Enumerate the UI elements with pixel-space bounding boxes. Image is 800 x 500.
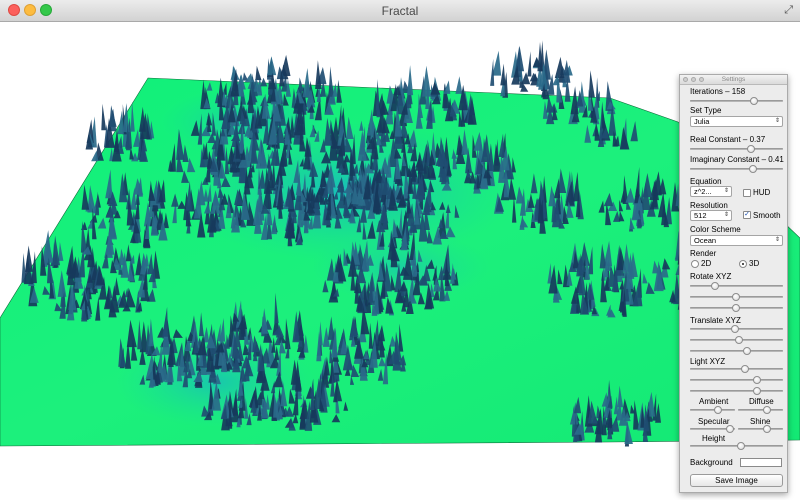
chevron-updown-icon: ⇕	[723, 188, 729, 194]
color-scheme-popup[interactable]: Ocean ⇕	[690, 235, 783, 246]
color-scheme-value: Ocean	[694, 236, 717, 245]
equation-value: z^2...	[694, 187, 712, 196]
background-color-well[interactable]	[740, 458, 782, 467]
chevron-updown-icon: ⇕	[774, 237, 780, 243]
real-constant-label: Real Constant – 0.37	[690, 135, 766, 144]
fractal-spike	[109, 105, 117, 127]
chevron-updown-icon: ⇕	[774, 118, 780, 124]
settings-title: Settings	[721, 76, 746, 83]
slider-thumb[interactable]	[752, 387, 761, 395]
color-scheme-label: Color Scheme	[690, 225, 741, 234]
diffuse-slider[interactable]	[738, 406, 783, 414]
render-label: Render	[690, 249, 717, 258]
slider-thumb[interactable]	[742, 347, 751, 355]
light-y-slider[interactable]	[690, 376, 783, 384]
slider-thumb[interactable]	[747, 145, 756, 153]
imaginary-constant-label: Imaginary Constant – 0.41	[690, 155, 784, 164]
specular-slider[interactable]	[690, 425, 735, 433]
window-titlebar: Fractal ⤢	[0, 0, 800, 22]
ambient-label: Ambient	[699, 397, 729, 406]
slider-thumb[interactable]	[749, 165, 758, 173]
translate-xyz-label: Translate XYZ	[690, 316, 741, 325]
fractal-spike	[455, 76, 463, 94]
background-label: Background	[690, 458, 733, 467]
slider-thumb[interactable]	[730, 325, 739, 333]
iterations-label: Iterations – 158	[690, 87, 746, 96]
slider-thumb[interactable]	[731, 304, 740, 312]
rotate-y-slider[interactable]	[690, 293, 783, 301]
fractal-spike	[490, 58, 495, 86]
slider-thumb[interactable]	[737, 442, 746, 450]
iterations-slider[interactable]	[690, 97, 783, 105]
rotate-z-slider[interactable]	[690, 304, 783, 312]
slider-thumb[interactable]	[731, 293, 740, 301]
fullscreen-icon[interactable]: ⤢	[784, 4, 793, 17]
resolution-label: Resolution	[690, 201, 728, 210]
translate-y-slider[interactable]	[690, 336, 783, 344]
fractal-spike	[255, 65, 262, 81]
diffuse-label: Diffuse	[749, 397, 774, 406]
fractal-spike	[24, 245, 33, 272]
rotate-xyz-label: Rotate XYZ	[690, 272, 732, 281]
smooth-checkbox[interactable]: ✓	[743, 211, 751, 219]
slider-thumb[interactable]	[711, 282, 720, 290]
slider-thumb[interactable]	[725, 425, 734, 433]
real-constant-slider[interactable]	[690, 145, 783, 153]
slider-thumb[interactable]	[713, 406, 722, 414]
rotate-x-slider[interactable]	[690, 282, 783, 290]
height-slider[interactable]	[690, 442, 783, 450]
render-3d-radio[interactable]	[739, 260, 747, 268]
hud-checkbox[interactable]	[743, 189, 751, 197]
window-title: Fractal	[381, 4, 419, 18]
imaginary-constant-slider[interactable]	[690, 165, 783, 173]
slider-thumb[interactable]	[763, 425, 772, 433]
chevron-updown-icon: ⇕	[723, 212, 729, 218]
set-type-label: Set Type	[690, 106, 722, 115]
set-type-value: Julia	[694, 117, 710, 126]
render-3d-label: 3D	[749, 259, 760, 268]
set-type-popup[interactable]: Julia ⇕	[690, 116, 783, 127]
light-z-slider[interactable]	[690, 387, 783, 395]
render-2d-radio[interactable]	[691, 260, 699, 268]
translate-x-slider[interactable]	[690, 325, 783, 333]
fractal-spike	[527, 51, 532, 77]
resolution-value: 512	[694, 211, 707, 220]
ambient-slider[interactable]	[690, 406, 735, 414]
resolution-popup[interactable]: 512 ⇕	[690, 210, 732, 221]
slider-thumb[interactable]	[752, 376, 761, 384]
slider-thumb[interactable]	[740, 365, 749, 373]
equation-popup[interactable]: z^2... ⇕	[690, 186, 732, 197]
hud-label: HUD	[753, 188, 771, 197]
translate-z-slider[interactable]	[690, 347, 783, 355]
fractal-spike	[328, 66, 334, 97]
fractal-spike	[260, 77, 268, 87]
slider-thumb[interactable]	[763, 406, 772, 414]
fractal-spike	[407, 65, 414, 96]
equation-label: Equation	[690, 177, 722, 186]
fractal-spike	[101, 103, 107, 131]
shine-slider[interactable]	[738, 425, 783, 433]
fractal-spike	[588, 70, 595, 98]
fractal-spike	[302, 68, 311, 98]
render-2d-label: 2D	[701, 259, 712, 268]
slider-thumb[interactable]	[750, 97, 759, 105]
light-x-slider[interactable]	[690, 365, 783, 373]
slider-thumb[interactable]	[735, 336, 744, 344]
settings-titlebar: Settings	[680, 75, 787, 85]
save-image-button[interactable]: Save Image	[690, 474, 783, 487]
smooth-label: Smooth	[753, 211, 781, 220]
